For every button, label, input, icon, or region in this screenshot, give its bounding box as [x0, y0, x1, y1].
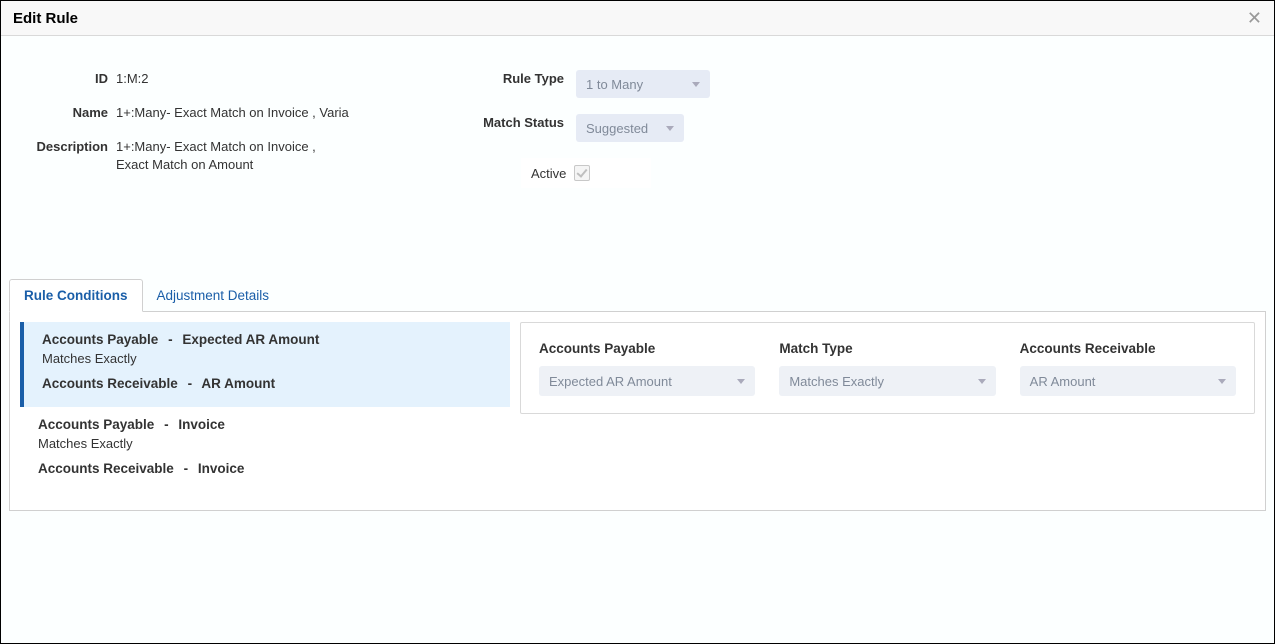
condition-ar-line: Accounts Receivable - Invoice	[38, 461, 496, 476]
detail-match-value: Matches Exactly	[789, 374, 884, 389]
form-col-right: Rule Type 1 to Many Match Status Suggest…	[431, 70, 731, 188]
condition-match-text: Matches Exactly	[38, 436, 496, 451]
id-label: ID	[11, 70, 116, 88]
chevron-down-icon	[692, 82, 700, 87]
condition-ap-field: Invoice	[178, 417, 225, 432]
detail-ap-header: Accounts Payable	[539, 341, 755, 356]
condition-ap-line: Accounts Payable - Expected AR Amount	[42, 332, 496, 347]
separator: -	[188, 376, 193, 391]
tab-panel-rule-conditions: Accounts Payable - Expected AR Amount Ma…	[9, 311, 1266, 511]
condition-ar-field: Invoice	[198, 461, 245, 476]
form-row-rule-type: Rule Type 1 to Many	[431, 70, 731, 98]
dialog-content: ID 1:M:2 Name 1+:Many- Exact Match on In…	[1, 36, 1274, 643]
chevron-down-icon	[1218, 379, 1226, 384]
detail-col-ar: Accounts Receivable AR Amount	[1020, 341, 1236, 396]
conditions-area: Accounts Payable - Expected AR Amount Ma…	[20, 322, 1255, 492]
condition-ar-label: Accounts Receivable	[38, 461, 174, 476]
match-status-label: Match Status	[431, 114, 576, 132]
chevron-down-icon	[737, 379, 745, 384]
condition-ar-label: Accounts Receivable	[42, 376, 178, 391]
form-row-description: Description 1+:Many- Exact Match on Invo…	[11, 138, 431, 174]
detail-col-ap: Accounts Payable Expected AR Amount	[539, 341, 755, 396]
tab-rule-conditions[interactable]: Rule Conditions	[9, 279, 143, 312]
condition-ap-label: Accounts Payable	[42, 332, 158, 347]
match-status-value: Suggested	[586, 121, 648, 136]
dialog-title: Edit Rule	[13, 10, 1247, 27]
rule-type-label: Rule Type	[431, 70, 576, 88]
rule-type-select: 1 to Many	[576, 70, 710, 98]
active-checkbox	[574, 165, 590, 181]
condition-match-text: Matches Exactly	[42, 351, 496, 366]
condition-item[interactable]: Accounts Payable - Expected AR Amount Ma…	[20, 322, 510, 407]
condition-detail-panel: Accounts Payable Expected AR Amount Matc…	[520, 322, 1255, 414]
detail-ar-value: AR Amount	[1030, 374, 1096, 389]
active-label: Active	[531, 166, 566, 181]
rule-type-value: 1 to Many	[586, 77, 643, 92]
form-row-name: Name 1+:Many- Exact Match on Invoice , V…	[11, 104, 431, 122]
tab-bar: Rule Conditions Adjustment Details	[9, 278, 1266, 311]
condition-ap-field: Expected AR Amount	[182, 332, 319, 347]
chevron-down-icon	[666, 126, 674, 131]
form-row-id: ID 1:M:2	[11, 70, 431, 88]
chevron-down-icon	[978, 379, 986, 384]
tabs-wrap: Rule Conditions Adjustment Details Accou…	[9, 278, 1266, 511]
description-value: 1+:Many- Exact Match on Invoice , Exact …	[116, 138, 336, 174]
name-value: 1+:Many- Exact Match on Invoice , Varia	[116, 104, 431, 122]
detail-match-select: Matches Exactly	[779, 366, 995, 396]
detail-ar-header: Accounts Receivable	[1020, 341, 1236, 356]
condition-ar-field: AR Amount	[201, 376, 275, 391]
form-area: ID 1:M:2 Name 1+:Many- Exact Match on In…	[1, 52, 1274, 188]
condition-ap-label: Accounts Payable	[38, 417, 154, 432]
condition-ap-line: Accounts Payable - Invoice	[38, 417, 496, 432]
separator: -	[168, 332, 173, 347]
edit-rule-dialog: Edit Rule ✕ ID 1:M:2 Name 1+:Many- Exact…	[0, 0, 1275, 644]
form-row-match-status: Match Status Suggested	[431, 114, 731, 142]
form-col-left: ID 1:M:2 Name 1+:Many- Exact Match on In…	[11, 70, 431, 188]
dialog-header: Edit Rule ✕	[1, 1, 1274, 36]
condition-item[interactable]: Accounts Payable - Invoice Matches Exact…	[20, 407, 510, 492]
close-icon[interactable]: ✕	[1247, 9, 1262, 27]
name-label: Name	[11, 104, 116, 122]
form-row-active: Active	[431, 158, 731, 188]
match-status-select: Suggested	[576, 114, 684, 142]
detail-col-match: Match Type Matches Exactly	[779, 341, 995, 396]
active-checkbox-wrap: Active	[521, 158, 651, 188]
detail-ap-select: Expected AR Amount	[539, 366, 755, 396]
detail-ar-select: AR Amount	[1020, 366, 1236, 396]
detail-match-header: Match Type	[779, 341, 995, 356]
tab-adjustment-details[interactable]: Adjustment Details	[143, 280, 284, 311]
condition-ar-line: Accounts Receivable - AR Amount	[42, 376, 496, 391]
condition-list: Accounts Payable - Expected AR Amount Ma…	[20, 322, 510, 492]
separator: -	[164, 417, 169, 432]
id-value: 1:M:2	[116, 70, 431, 88]
detail-ap-value: Expected AR Amount	[549, 374, 672, 389]
separator: -	[184, 461, 189, 476]
description-label: Description	[11, 138, 116, 156]
